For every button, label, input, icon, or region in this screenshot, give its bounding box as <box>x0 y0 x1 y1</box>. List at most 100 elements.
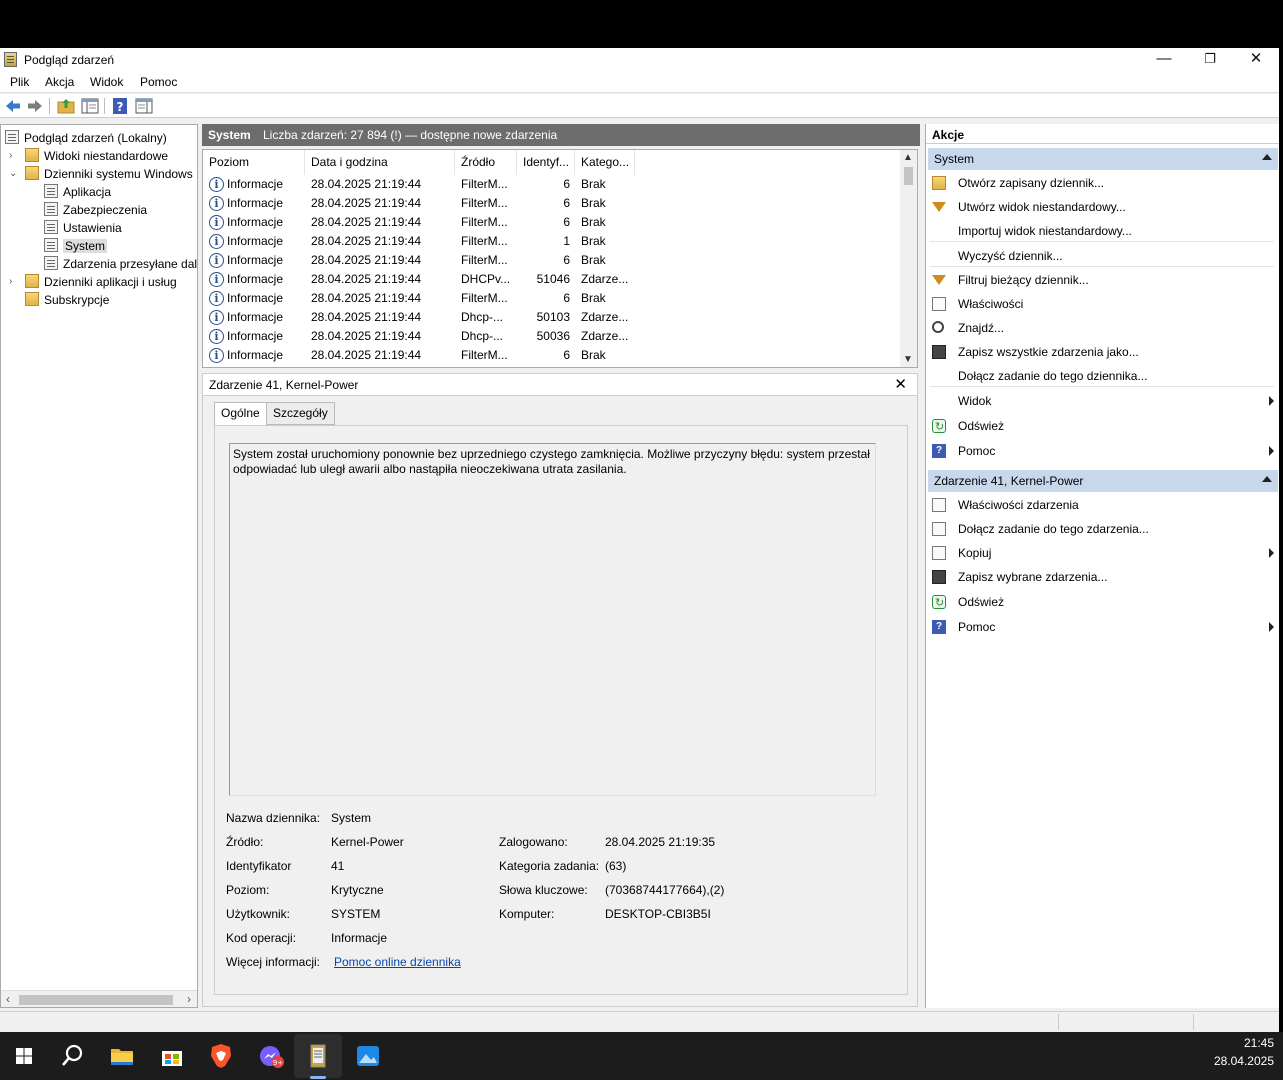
tree-item-setup[interactable]: Ustawienia <box>44 219 122 237</box>
menu-akcja[interactable]: Akcja <box>45 75 74 89</box>
scroll-left-icon[interactable]: ‹ <box>6 992 10 1006</box>
action-refresh-event[interactable]: Odśwież <box>930 591 1274 614</box>
table-row[interactable]: i Informacje 28.04.2025 21:19:44 Dhcp-... 50… <box>203 308 903 327</box>
table-row[interactable]: i Informacje 28.04.2025 21:19:44 FilterM...… <box>203 346 903 365</box>
chevron-down-icon[interactable]: ⌄ <box>9 165 17 183</box>
messenger-icon[interactable]: 9+ <box>255 1040 287 1072</box>
file-explorer-icon[interactable] <box>106 1040 138 1072</box>
table-row[interactable]: i Informacje 28.04.2025 21:19:44 Dhcp-... 50… <box>203 327 903 346</box>
table-row[interactable]: i Informacje 28.04.2025 21:19:44 FilterM...… <box>203 289 903 308</box>
table-row[interactable]: i Informacje 28.04.2025 21:19:44 FilterM...… <box>203 194 903 213</box>
table-row[interactable]: i Informacje 28.04.2025 21:19:44 FilterM...… <box>203 175 903 194</box>
action-attach-task-event[interactable]: Dołącz zadanie do tego zdarzenia... <box>930 518 1274 540</box>
action-attach-task-log[interactable]: Dołącz zadanie do tego dziennika... <box>930 365 1274 387</box>
title-bar[interactable]: Podgląd zdarzeń — ❐ ✕ <box>0 48 1279 72</box>
scroll-right-icon[interactable]: › <box>187 992 191 1006</box>
status-bar <box>0 1011 1279 1032</box>
restore-button[interactable]: ❐ <box>1187 48 1233 72</box>
show-hide-tree-icon[interactable] <box>81 97 99 115</box>
action-create-custom-view[interactable]: Utwórz widok niestandardowy... <box>930 196 1274 218</box>
up-folder-icon[interactable] <box>57 97 75 115</box>
microsoft-store-icon[interactable] <box>156 1040 188 1072</box>
scrollbar-thumb[interactable] <box>19 995 173 1005</box>
table-row[interactable]: i Informacje 28.04.2025 21:19:44 FilterM...… <box>203 251 903 270</box>
online-help-link[interactable]: Pomoc online dziennika <box>334 955 461 969</box>
submenu-arrow-icon <box>1269 396 1274 406</box>
event-description[interactable]: System został uruchomiony ponownie bez u… <box>229 443 876 796</box>
close-icon[interactable]: ✕ <box>894 375 907 393</box>
action-import-custom-view[interactable]: Importuj widok niestandardowy... <box>930 220 1274 242</box>
column-date[interactable]: Data i godzina <box>305 150 455 175</box>
show-hide-action-pane-icon[interactable] <box>135 97 153 115</box>
table-row[interactable]: i Informacje 28.04.2025 21:19:44 FilterM...… <box>203 213 903 232</box>
event-viewer-taskbar-icon[interactable] <box>302 1040 334 1072</box>
chevron-right-icon[interactable]: › <box>9 147 12 165</box>
tab-details[interactable]: Szczegóły <box>266 402 335 425</box>
action-filter-log[interactable]: Filtruj bieżący dziennik... <box>930 269 1274 291</box>
open-folder-icon <box>932 176 946 190</box>
actions-section-event[interactable]: Zdarzenie 41, Kernel-Power <box>928 470 1278 492</box>
table-row[interactable]: i Informacje 28.04.2025 21:19:44 FilterM...… <box>203 232 903 251</box>
column-category[interactable]: Katego... <box>575 150 635 175</box>
tree-item-subscriptions[interactable]: Subskrypcje <box>25 291 109 309</box>
action-refresh[interactable]: Odśwież <box>930 415 1274 438</box>
tree-item-windows-logs[interactable]: ⌄ Dzienniki systemu Windows <box>9 165 193 183</box>
action-find[interactable]: Znajdź... <box>930 317 1274 339</box>
info-icon: i <box>209 310 224 325</box>
tree-item-forwarded-events[interactable]: Zdarzenia przesyłane dalej <box>44 255 197 273</box>
column-level[interactable]: Poziom <box>203 150 305 175</box>
column-source[interactable]: Źródło <box>455 150 517 175</box>
info-icon: i <box>209 253 224 268</box>
action-view[interactable]: Widok <box>930 390 1274 412</box>
action-save-selected[interactable]: Zapisz wybrane zdarzenia... <box>930 566 1274 588</box>
filter-icon <box>932 202 946 212</box>
row-source: FilterM... <box>461 177 508 191</box>
search-icon[interactable] <box>56 1040 88 1072</box>
action-save-all-events[interactable]: Zapisz wszystkie zdarzenia jako... <box>930 341 1274 363</box>
back-arrow-icon[interactable] <box>4 97 22 115</box>
action-event-properties[interactable]: Właściwości zdarzenia <box>930 494 1274 516</box>
collapse-icon[interactable] <box>1262 476 1272 482</box>
tree-item-application[interactable]: Aplikacja <box>44 183 111 201</box>
forward-arrow-icon[interactable] <box>26 97 44 115</box>
clock-date[interactable]: 28.04.2025 <box>1214 1054 1274 1068</box>
menu-plik[interactable]: Plik <box>10 75 29 89</box>
tree-item-system[interactable]: System <box>44 237 108 255</box>
action-copy[interactable]: Kopiuj <box>930 542 1274 564</box>
tree-item-root[interactable]: Podgląd zdarzeń (Lokalny) <box>5 129 167 147</box>
action-help-event[interactable]: ? Pomoc <box>930 616 1274 638</box>
row-date: 28.04.2025 21:19:44 <box>311 234 422 248</box>
scrollbar-thumb[interactable] <box>904 167 913 185</box>
clock-time[interactable]: 21:45 <box>1244 1036 1274 1050</box>
scroll-up-icon[interactable]: ▲ <box>903 152 913 163</box>
row-level: Informacje <box>227 329 284 343</box>
help-icon: ? <box>932 444 946 458</box>
action-open-saved-log[interactable]: Otwórz zapisany dziennik... <box>930 172 1274 194</box>
brave-browser-icon[interactable] <box>205 1040 237 1072</box>
action-help[interactable]: ? Pomoc <box>930 440 1274 462</box>
collapse-icon[interactable] <box>1262 154 1272 160</box>
tab-general[interactable]: Ogólne <box>214 402 267 426</box>
close-button[interactable]: ✕ <box>1233 48 1279 72</box>
tree-horizontal-scrollbar[interactable]: ‹ › <box>1 990 197 1007</box>
refresh-icon <box>932 416 946 438</box>
submenu-arrow-icon <box>1269 446 1274 456</box>
scroll-down-icon[interactable]: ▼ <box>903 354 913 365</box>
action-clear-log[interactable]: Wyczyść dziennik... <box>930 245 1274 267</box>
chevron-right-icon[interactable]: › <box>9 273 12 291</box>
tree-item-security[interactable]: Zabezpieczenia <box>44 201 147 219</box>
action-properties[interactable]: Właściwości <box>930 293 1274 315</box>
tree-item-app-service-logs[interactable]: › Dzienniki aplikacji i usług <box>9 273 177 291</box>
event-list-vertical-scrollbar[interactable]: ▲ ▼ <box>900 150 917 367</box>
column-id[interactable]: Identyf... <box>517 150 575 175</box>
photos-app-icon[interactable] <box>352 1040 384 1072</box>
tree-item-custom-views[interactable]: › Widoki niestandardowe <box>9 147 168 165</box>
actions-section-system[interactable]: System <box>928 148 1278 170</box>
status-divider <box>1058 1014 1059 1030</box>
help-icon[interactable]: ? <box>111 97 129 115</box>
table-row[interactable]: i Informacje 28.04.2025 21:19:44 DHCPv... 51… <box>203 270 903 289</box>
windows-start-icon[interactable] <box>8 1040 40 1072</box>
menu-pomoc[interactable]: Pomoc <box>140 75 177 89</box>
menu-widok[interactable]: Widok <box>90 75 123 89</box>
minimize-button[interactable]: — <box>1141 48 1187 72</box>
